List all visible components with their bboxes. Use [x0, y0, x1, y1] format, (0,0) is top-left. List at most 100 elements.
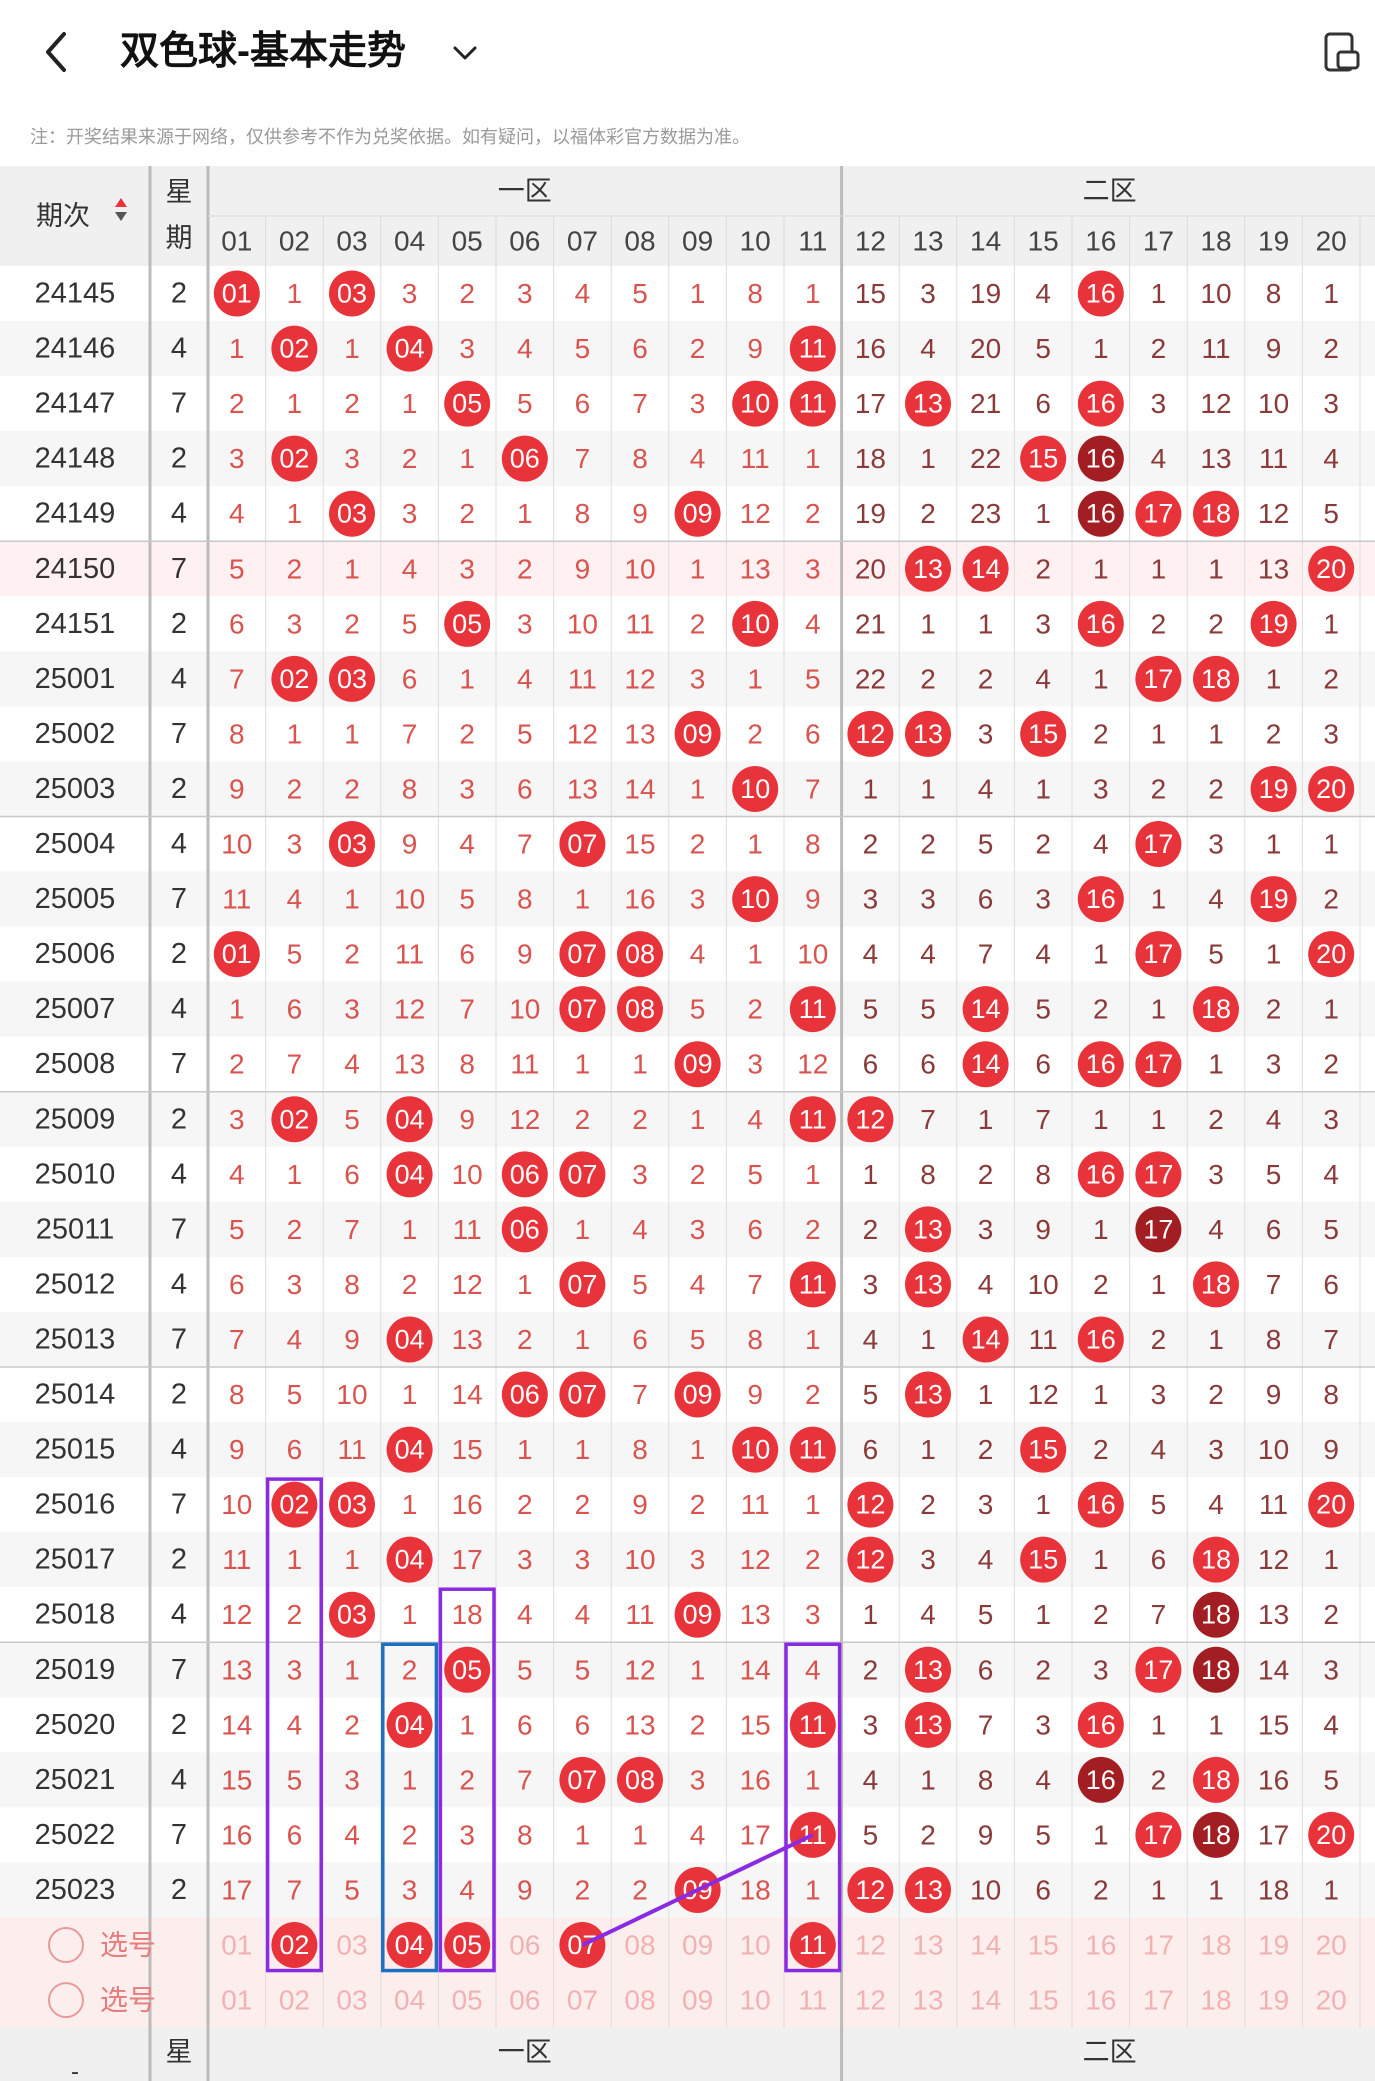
drawn-number: 15: [1028, 444, 1058, 474]
select-number: 19: [1258, 1930, 1289, 1961]
drawn-number: 19: [1259, 609, 1289, 639]
issue-number: 25017: [35, 1544, 116, 1576]
drawn-number: 17: [1143, 1214, 1173, 1244]
omission-value: 2: [805, 1214, 821, 1245]
omission-value: 2: [805, 1544, 821, 1575]
omission-value: 6: [287, 1819, 303, 1850]
omission-value: 1: [1035, 498, 1051, 529]
weekday: 2: [171, 773, 187, 805]
omission-value: 7: [229, 663, 245, 694]
drawn-number: 16: [1086, 279, 1116, 309]
omission-value: 5: [287, 1379, 303, 1410]
omission-value: 2: [920, 1489, 936, 1520]
drawn-number: 05: [452, 609, 482, 639]
omission-value: 6: [747, 1214, 763, 1245]
select-number: 17: [1143, 1985, 1174, 2016]
weekday: 4: [171, 1434, 187, 1466]
drawn-number: 13: [913, 1710, 943, 1740]
omission-value: 13: [567, 773, 598, 804]
omission-value: 2: [575, 1489, 591, 1520]
omission-value: 4: [1035, 1764, 1051, 1795]
drawn-number: 17: [1143, 664, 1173, 694]
table-row: [0, 431, 1375, 487]
select-label: 选号: [100, 1930, 156, 1961]
omission-value: 11: [510, 1049, 539, 1080]
omission-value: 1: [1093, 1214, 1109, 1245]
omission-value: 1: [805, 1874, 821, 1905]
omission-value: 1: [287, 498, 303, 529]
omission-value: 3: [459, 1819, 475, 1850]
omission-value: 4: [632, 1214, 648, 1245]
drawn-number: 18: [1201, 1269, 1231, 1299]
omission-value: 3: [344, 1764, 360, 1795]
omission-value: 2: [1093, 1434, 1109, 1465]
drawn-number: 12: [855, 1490, 885, 1520]
omission-value: 17: [452, 1544, 483, 1575]
omission-value: 2: [1151, 773, 1167, 804]
drawn-number: 18: [1201, 664, 1231, 694]
drawn-number: 20: [1316, 1820, 1346, 1850]
omission-value: 4: [1035, 278, 1051, 309]
drawn-number: 12: [855, 719, 885, 749]
drawn-number: 16: [1086, 389, 1116, 419]
omission-value: 22: [855, 663, 886, 694]
omission-value: 14: [1258, 1654, 1289, 1685]
omission-value: 13: [740, 553, 771, 584]
select-number: 11: [798, 1985, 827, 2016]
omission-value: 7: [287, 1049, 303, 1080]
omission-value: 12: [624, 663, 655, 694]
omission-value: 12: [740, 498, 771, 529]
omission-value: 3: [1035, 1709, 1051, 1740]
omission-value: 19: [855, 498, 886, 529]
weekday: 4: [171, 663, 187, 695]
omission-value: 1: [402, 1599, 418, 1630]
drawn-number: 10: [740, 884, 770, 914]
omission-value: 7: [632, 388, 648, 419]
omission-value: 1: [920, 773, 936, 804]
omission-value: 5: [690, 994, 706, 1025]
omission-value: 1: [805, 1764, 821, 1795]
omission-value: 3: [863, 884, 879, 915]
drawn-number: 06: [510, 1380, 540, 1410]
table-row: [0, 1091, 1375, 1147]
omission-value: 4: [805, 608, 821, 639]
omission-value: 8: [229, 1379, 245, 1410]
table-row: [0, 266, 1375, 322]
omission-value: 3: [863, 1269, 879, 1300]
omission-value: 15: [221, 1764, 252, 1795]
omission-value: 11: [222, 884, 251, 915]
omission-value: 1: [632, 1049, 648, 1080]
omission-value: 4: [690, 1269, 706, 1300]
table-row: [0, 1477, 1375, 1533]
omission-value: 2: [978, 1159, 994, 1190]
omission-value: 1: [1323, 994, 1339, 1025]
omission-value: 1: [863, 1159, 879, 1190]
drawn-number: 16: [1086, 884, 1116, 914]
omission-value: 17: [740, 1819, 771, 1850]
omission-value: 3: [690, 1544, 706, 1575]
omission-value: 1: [690, 1104, 706, 1135]
omission-value: 4: [690, 1819, 706, 1850]
drawn-number: 04: [395, 334, 425, 364]
weekday: 2: [171, 443, 187, 475]
drawn-number: 13: [913, 1875, 943, 1905]
omission-value: 1: [344, 1544, 360, 1575]
omission-value: 2: [863, 829, 879, 860]
drawn-number: 18: [1201, 994, 1231, 1024]
number-header: 18: [1200, 226, 1231, 257]
omission-value: 1: [402, 1489, 418, 1520]
drawn-number: 06: [510, 1159, 540, 1189]
omission-value: 1: [1266, 663, 1282, 694]
omission-value: 6: [920, 1049, 936, 1080]
omission-value: 3: [1151, 1379, 1167, 1410]
omission-value: 13: [1258, 1599, 1289, 1630]
omission-value: 1: [344, 553, 360, 584]
omission-value: 9: [747, 333, 763, 364]
omission-value: 15: [1258, 1709, 1289, 1740]
drawn-number: 08: [625, 1765, 655, 1795]
omission-value: 4: [1208, 1489, 1224, 1520]
omission-value: 3: [344, 994, 360, 1025]
omission-value: 6: [632, 1324, 648, 1355]
omission-value: 4: [1035, 939, 1051, 970]
drawn-number: 07: [567, 1765, 597, 1795]
